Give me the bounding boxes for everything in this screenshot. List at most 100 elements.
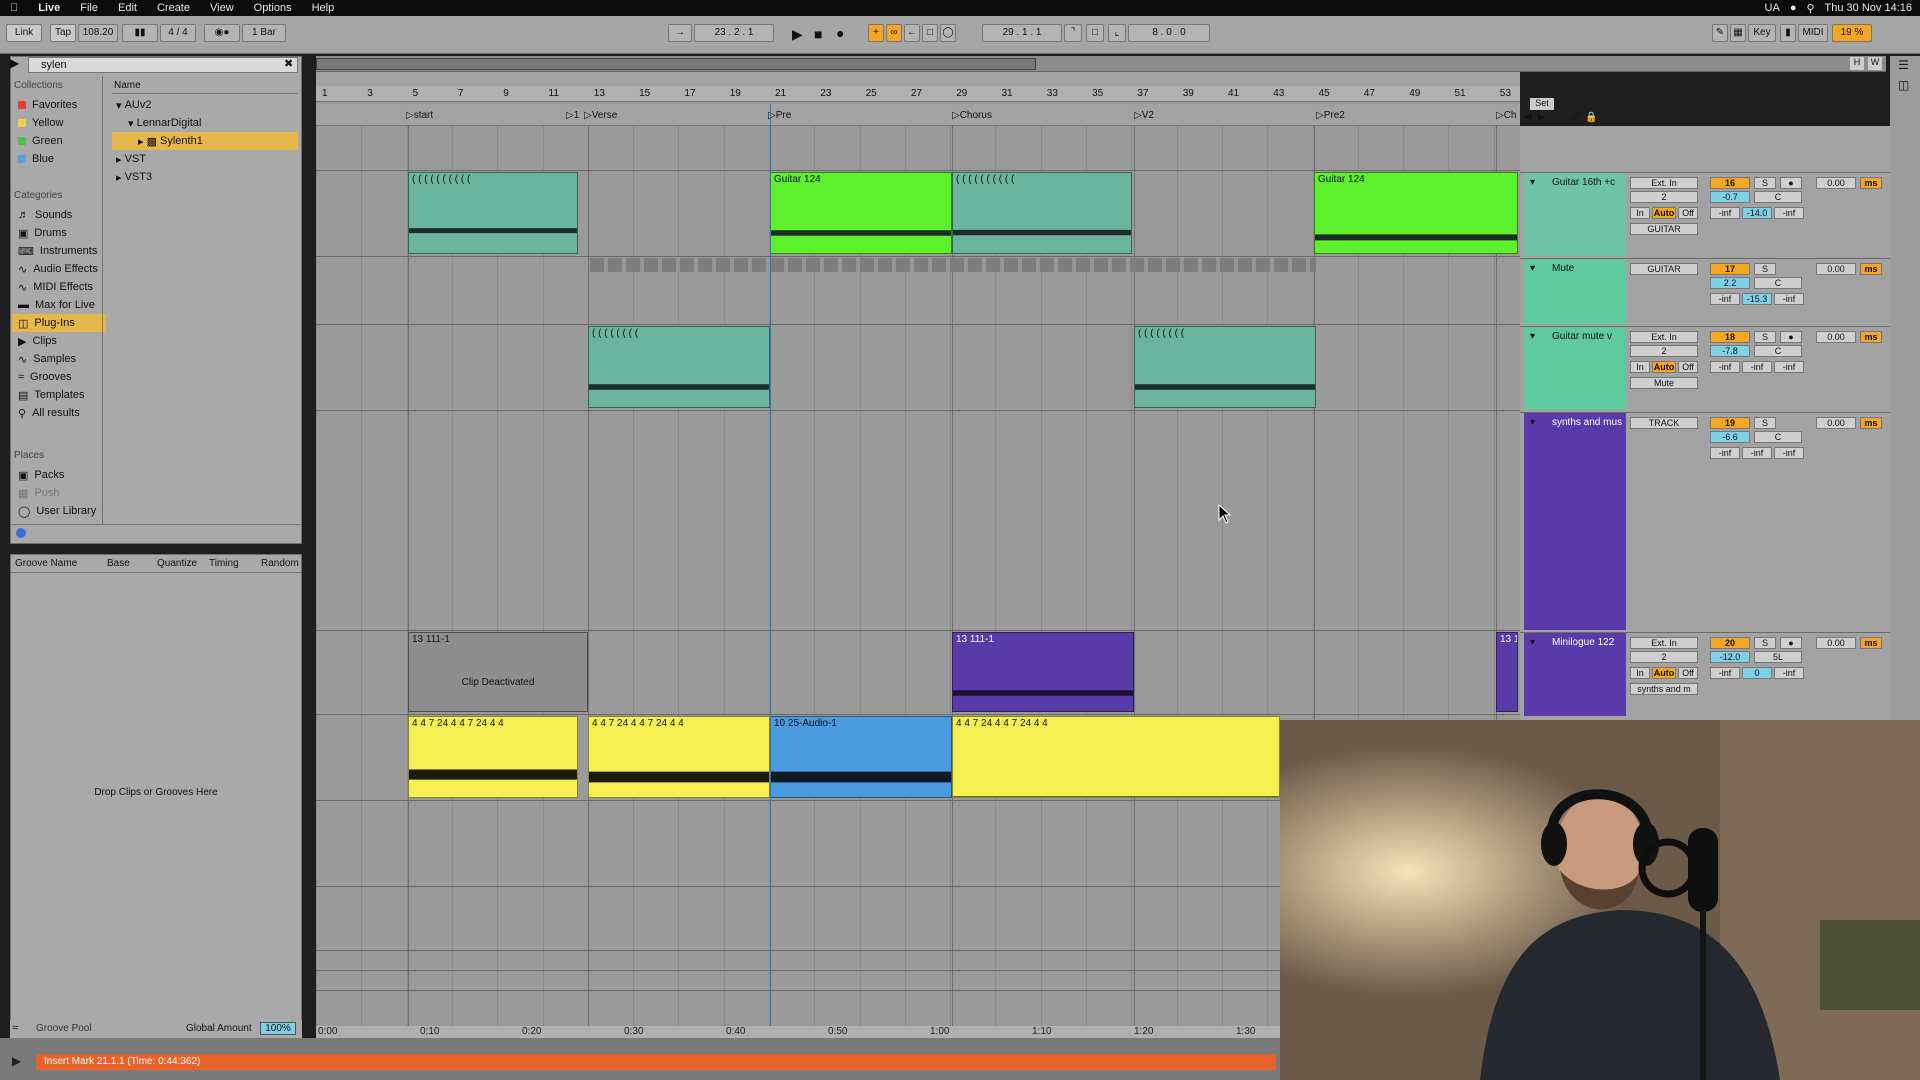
place-push[interactable]: ▦ Push bbox=[12, 484, 106, 502]
send-field[interactable]: -inf bbox=[1774, 361, 1804, 373]
locator-v2[interactable]: ▷V2 bbox=[1134, 110, 1154, 121]
track-name[interactable]: Mute bbox=[1528, 259, 1628, 324]
arm-button[interactable]: ● bbox=[1780, 637, 1802, 649]
solo-button[interactable]: S bbox=[1754, 331, 1776, 343]
track-header[interactable]: ▾ synths and mus TRACK 19 S -6.6 C -inf -inf -inf… bbox=[1520, 412, 1890, 630]
track-activator[interactable]: 20 bbox=[1710, 637, 1750, 649]
browser-toggle-icon[interactable]: ▶ bbox=[10, 56, 19, 70]
track-delay-field[interactable]: 0.00 bbox=[1816, 177, 1856, 189]
overview-h-button[interactable]: H bbox=[1850, 57, 1864, 70]
deactivated-clip[interactable]: 13 111-1 Clip Deactivated bbox=[408, 632, 588, 712]
capture-button[interactable]: □ bbox=[922, 24, 938, 42]
collection-yellow[interactable]: Yellow bbox=[12, 114, 104, 132]
menu-app[interactable]: Live bbox=[28, 2, 70, 14]
input-type-select[interactable]: Ext. In bbox=[1630, 331, 1698, 343]
audio-clip-blue[interactable]: 10 25-Audio-1 bbox=[770, 716, 952, 798]
panel-icon[interactable]: ◫ bbox=[1898, 78, 1909, 92]
send-field[interactable]: -inf bbox=[1774, 207, 1804, 219]
next-locator-icon[interactable]: ▶ bbox=[1538, 112, 1546, 126]
output-routing-select[interactable]: synths and m bbox=[1630, 683, 1698, 695]
delay-unit-toggle[interactable]: ms bbox=[1860, 263, 1882, 275]
key-map-button[interactable]: Key bbox=[1748, 24, 1776, 42]
audio-clip[interactable]: 4 4 7 24 4 4 7 24 4 4 bbox=[588, 716, 770, 798]
punch-in-button[interactable]: ⌝ bbox=[1064, 24, 1082, 42]
track-activator[interactable]: 19 bbox=[1710, 417, 1750, 429]
place-packs[interactable]: ▣ Packs bbox=[12, 466, 106, 484]
monitor-off-button[interactable]: Off bbox=[1678, 361, 1698, 373]
record-icon[interactable]: ● bbox=[836, 25, 844, 41]
info-icon[interactable] bbox=[16, 528, 26, 538]
language-indicator[interactable]: UA bbox=[1765, 2, 1780, 14]
volume-field[interactable]: -12.0 bbox=[1710, 651, 1750, 663]
tap-button[interactable]: Tap bbox=[50, 24, 76, 42]
collection-blue[interactable]: Blue bbox=[12, 150, 104, 168]
track-activator[interactable]: 16 bbox=[1710, 177, 1750, 189]
pan-field[interactable]: C bbox=[1754, 431, 1802, 443]
groove-name-header[interactable]: Groove Name bbox=[11, 558, 107, 569]
send-field[interactable]: -inf bbox=[1742, 447, 1772, 459]
volume-field[interactable]: 2.2 bbox=[1710, 277, 1750, 289]
locator-start[interactable]: ▷start bbox=[406, 110, 433, 121]
locator-lane[interactable]: ▷start ▷1 ▷Verse ▷Pre ▷Chorus ▷V2 ▷Pre2 ▷Ch bbox=[316, 104, 1520, 126]
audio-clip[interactable]: 4 4 7 24 4 4 7 24 4 4 bbox=[408, 716, 578, 798]
tree-item-lennardigital[interactable]: ▾ LennarDigital bbox=[112, 114, 298, 132]
audio-clip[interactable]: 4 4 7 24 4 4 7 24 4 4 bbox=[952, 716, 1280, 798]
menu-edit[interactable]: Edit bbox=[108, 2, 147, 14]
send-field[interactable]: -inf bbox=[1774, 293, 1804, 305]
input-channel-select[interactable]: 2 bbox=[1630, 651, 1698, 663]
track-delay-field[interactable]: 0.00 bbox=[1816, 331, 1856, 343]
insert-marker[interactable] bbox=[770, 104, 771, 1026]
category-instruments[interactable]: ⌨ Instruments bbox=[12, 242, 106, 260]
send-field[interactable]: -15.3 bbox=[1742, 293, 1772, 305]
song-position-field[interactable]: 23 . 2 . 1 bbox=[694, 24, 774, 42]
quantize-menu[interactable]: 1 Bar bbox=[242, 24, 286, 42]
overview-visible-region[interactable] bbox=[316, 58, 1036, 70]
track-delay-field[interactable]: 0.00 bbox=[1816, 263, 1856, 275]
set-locator-button[interactable]: Set bbox=[1530, 98, 1554, 110]
tree-item-auv2[interactable]: ▾ AUv2 bbox=[112, 96, 298, 114]
wifi-icon[interactable]: ● bbox=[1790, 2, 1797, 14]
midi-map-button[interactable]: MIDI bbox=[1798, 24, 1828, 42]
loop-start-field[interactable]: 29 . 1 . 1 bbox=[982, 24, 1062, 42]
track-header[interactable]: ▾ Guitar mute v Ext. In 2 In Auto Off Mute 18 S ● -… bbox=[1520, 326, 1890, 410]
category-audio-effects[interactable]: ∿ Audio Effects bbox=[12, 260, 106, 278]
send-field[interactable]: -inf bbox=[1742, 361, 1772, 373]
locator-1[interactable]: ▷1 bbox=[566, 110, 579, 121]
locator-verse[interactable]: ▷Verse bbox=[584, 110, 617, 121]
monitor-auto-button[interactable]: Auto bbox=[1652, 207, 1676, 219]
track-header[interactable]: ▾ Mute GUITAR 17 S 2.2 C -inf -15.3 -inf 0.00 ms bbox=[1520, 258, 1890, 324]
track-name[interactable]: synths and mus bbox=[1528, 413, 1628, 630]
reenable-automation-button[interactable]: ← bbox=[904, 24, 920, 42]
locator-ch[interactable]: ▷Ch bbox=[1496, 110, 1517, 121]
collection-green[interactable]: Green bbox=[12, 132, 104, 150]
monitor-in-button[interactable]: In bbox=[1630, 207, 1650, 219]
menu-help[interactable]: Help bbox=[302, 2, 345, 14]
meter-field[interactable]: 4 / 4 bbox=[160, 24, 196, 42]
category-templates[interactable]: ▤ Templates bbox=[12, 386, 106, 404]
guitar-clip[interactable]: Guitar 124 bbox=[770, 172, 952, 254]
track-activator[interactable]: 17 bbox=[1710, 263, 1750, 275]
pan-field[interactable]: 5L bbox=[1754, 651, 1802, 663]
track-delay-field[interactable]: 0.00 bbox=[1816, 637, 1856, 649]
category-max-for-live[interactable]: ▬ Max for Live bbox=[12, 296, 106, 314]
solo-button[interactable]: S bbox=[1754, 263, 1776, 275]
loop-length-field[interactable]: 8 . 0 . 0 bbox=[1128, 24, 1210, 42]
link-button[interactable]: Link bbox=[6, 24, 42, 42]
output-routing-select[interactable]: GUITAR bbox=[1630, 223, 1698, 235]
arrangement-overview[interactable]: H W bbox=[316, 56, 1886, 72]
send-field[interactable]: 0 bbox=[1742, 667, 1772, 679]
volume-field[interactable]: -7.8 bbox=[1710, 345, 1750, 357]
follow-button[interactable]: → bbox=[668, 24, 692, 42]
monitor-in-button[interactable]: In bbox=[1630, 667, 1650, 679]
deactivated-midi-region[interactable] bbox=[590, 258, 1316, 272]
metronome-button[interactable]: ◉● bbox=[204, 24, 240, 42]
search-input[interactable]: sylen bbox=[28, 57, 298, 73]
delay-unit-toggle[interactable]: ms bbox=[1860, 637, 1882, 649]
audio-clip[interactable]: ( ( ( ( ( ( ( ( bbox=[588, 326, 770, 408]
menu-icon[interactable]: ☰ bbox=[1898, 58, 1909, 72]
menu-view[interactable]: View bbox=[200, 2, 244, 14]
tree-item-vst[interactable]: ▸ VST bbox=[112, 150, 298, 168]
expand-icon[interactable]: ⤢ bbox=[1571, 112, 1579, 126]
solo-button[interactable]: S bbox=[1754, 637, 1776, 649]
audio-clip[interactable]: ( ( ( ( ( ( ( ( ( ( bbox=[952, 172, 1132, 254]
